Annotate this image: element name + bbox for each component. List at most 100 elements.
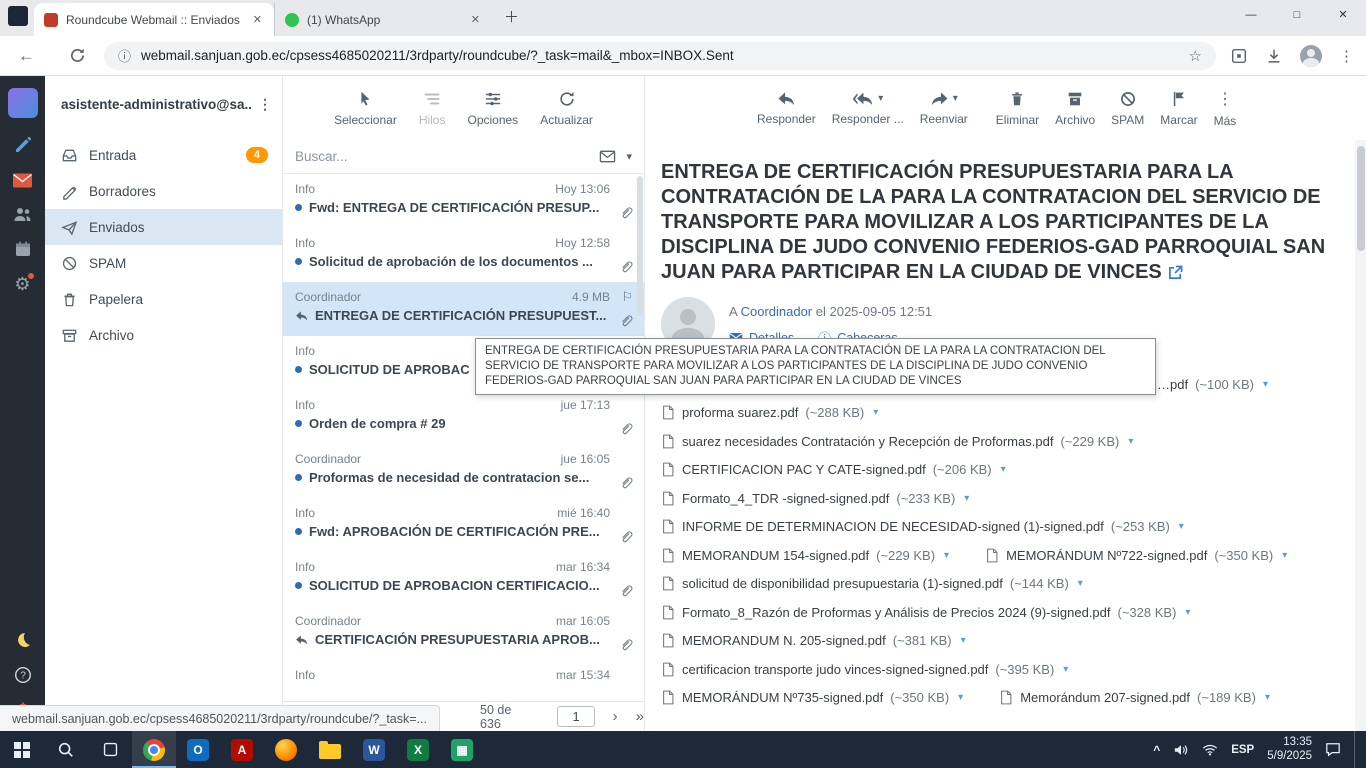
reply-all-button[interactable]: ▾ Responder ... — [832, 91, 904, 126]
message-row[interactable]: InfoHoy 12:58Solicitud de aprobación de … — [283, 228, 644, 282]
taskbar-search-icon[interactable] — [44, 731, 88, 768]
forward-caret-icon[interactable]: ▾ — [953, 93, 958, 104]
search-input[interactable] — [295, 149, 589, 164]
browser-tab-roundcube[interactable]: Roundcube Webmail :: Enviados ✕ — [34, 3, 274, 36]
attachment-item[interactable]: Memorándum 207-signed.pdf(~189 KB)▾ — [999, 690, 1270, 705]
message-row[interactable]: Infomié 16:40Fwd: APROBACIÓN DE CERTIFIC… — [283, 498, 644, 552]
taskbar-explorer-icon[interactable] — [308, 731, 352, 768]
last-page-icon[interactable]: » — [636, 708, 644, 725]
folder-archivo[interactable]: Archivo — [45, 317, 282, 353]
taskbar-chrome-icon[interactable] — [132, 731, 176, 768]
threads-button[interactable]: Hilos — [419, 90, 446, 127]
attachment-menu-caret-icon[interactable]: ▾ — [1265, 692, 1270, 703]
attachment-menu-caret-icon[interactable]: ▾ — [873, 407, 878, 418]
refresh-button[interactable] — [69, 47, 86, 64]
sender-link[interactable]: Coordinador — [741, 304, 813, 319]
next-page-icon[interactable]: › — [613, 708, 618, 725]
close-button[interactable]: ✕ — [1320, 0, 1366, 30]
url-text[interactable]: webmail.sanjuan.gob.ec/cpsess4685020211/… — [141, 48, 1179, 63]
browser-menu-icon[interactable]: ⋮ — [1339, 47, 1354, 65]
attachment-item[interactable]: certificacion transporte judo vinces-sig… — [661, 662, 1068, 677]
new-tab-button[interactable]: ＋ — [504, 6, 519, 27]
message-scrollbar[interactable] — [1355, 140, 1366, 731]
attachment-item[interactable]: suarez necesidades Contratación y Recepc… — [661, 434, 1133, 449]
site-info-icon[interactable]: ⓘ — [118, 46, 131, 65]
folder-papelera[interactable]: Papelera — [45, 281, 282, 317]
tab-close-icon[interactable]: ✕ — [251, 11, 264, 28]
reply-all-caret-icon[interactable]: ▾ — [878, 93, 883, 104]
message-row[interactable]: Infojue 17:13Orden de compra # 29 — [283, 390, 644, 444]
reply-button[interactable]: Responder — [757, 91, 816, 126]
back-button[interactable]: ← — [18, 47, 35, 64]
search-scope-mail-icon[interactable] — [599, 149, 616, 164]
message-row[interactable]: Coordinador4.9 MB⚐ENTREGA DE CERTIFICACI… — [283, 282, 644, 336]
message-row[interactable]: Infomar 16:34SOLICITUD DE APROBACION CER… — [283, 552, 644, 606]
message-row[interactable]: Coordinadorjue 16:05Proformas de necesid… — [283, 444, 644, 498]
forward-button[interactable]: ▾ Reenviar — [920, 91, 968, 126]
options-button[interactable]: Opciones — [467, 90, 518, 127]
webmail-logo[interactable] — [8, 88, 38, 118]
search-options-caret-icon[interactable]: ▾ — [626, 150, 632, 163]
attachment-item[interactable]: solicitud de disponibilidad presupuestar… — [661, 576, 1083, 591]
attachment-item[interactable]: MEMORÁNDUM Nº735-signed.pdf(~350 KB)▾ — [661, 690, 963, 705]
network-icon[interactable] — [1202, 743, 1218, 756]
archive-button[interactable]: Archivo — [1055, 90, 1095, 127]
refresh-list-button[interactable]: Actualizar — [540, 90, 593, 127]
attachment-menu-caret-icon[interactable]: ▾ — [1001, 464, 1006, 475]
folder-spam[interactable]: SPAM — [45, 245, 282, 281]
volume-icon[interactable] — [1173, 743, 1189, 757]
flag-outline-icon[interactable]: ⚐ — [621, 290, 633, 303]
account-menu-icon[interactable]: ⋮ — [258, 96, 272, 113]
scrollbar-thumb[interactable] — [1357, 146, 1365, 251]
attachment-item[interactable]: proforma suarez.pdf(~288 KB)▾ — [661, 405, 878, 420]
minimize-button[interactable]: — — [1228, 0, 1274, 30]
spam-button[interactable]: SPAM — [1111, 90, 1144, 127]
taskbar-excel-icon[interactable]: X — [396, 731, 440, 768]
attachment-menu-caret-icon[interactable]: ▾ — [1128, 436, 1133, 447]
attachment-menu-caret-icon[interactable]: ▾ — [1063, 664, 1068, 675]
maximize-button[interactable]: □ — [1274, 0, 1320, 30]
taskbar-outlook-icon[interactable]: O — [176, 731, 220, 768]
attachment-item[interactable]: MEMORÁNDUM Nº722-signed.pdf(~350 KB)▾ — [985, 548, 1287, 563]
dark-mode-moon-icon[interactable] — [14, 631, 32, 649]
attachment-item[interactable]: CERTIFICACION PAC Y CATE-signed.pdf(~206… — [661, 462, 1006, 477]
action-center-icon[interactable] — [1325, 742, 1341, 757]
attachment-item[interactable]: Formato_4_TDR -signed-signed.pdf(~233 KB… — [661, 491, 969, 506]
browser-tab-whatsapp[interactable]: (1) WhatsApp ✕ — [274, 3, 492, 36]
attachment-menu-caret-icon[interactable]: ▾ — [1282, 550, 1287, 561]
message-row[interactable]: InfoHoy 13:06Fwd: ENTREGA DE CERTIFICACI… — [283, 174, 644, 228]
settings-gear-icon[interactable]: ⚙ — [14, 275, 30, 293]
scrollbar-thumb[interactable] — [637, 176, 643, 316]
compose-icon[interactable] — [13, 135, 33, 155]
taskbar-app-icon[interactable]: ▦ — [440, 731, 484, 768]
attachment-menu-caret-icon[interactable]: ▾ — [944, 550, 949, 561]
attachment-menu-caret-icon[interactable]: ▾ — [964, 493, 969, 504]
taskbar-clock[interactable]: 13:35 5/9/2025 — [1267, 736, 1312, 763]
taskbar-firefox-icon[interactable] — [264, 731, 308, 768]
attachment-menu-caret-icon[interactable]: ▾ — [1179, 521, 1184, 532]
account-header[interactable]: asistente-administrativo@sa... ⋮ — [45, 96, 282, 113]
contacts-icon[interactable] — [13, 206, 32, 223]
more-button[interactable]: ⋮ Más — [1214, 89, 1237, 128]
mail-icon[interactable] — [12, 172, 33, 189]
show-desktop-strip[interactable] — [1354, 731, 1358, 768]
delete-button[interactable]: Eliminar — [996, 90, 1039, 127]
taskbar-word-icon[interactable]: W — [352, 731, 396, 768]
help-icon[interactable]: ? — [14, 666, 32, 684]
taskbar-acrobat-icon[interactable]: A — [220, 731, 264, 768]
url-field[interactable]: ⓘ webmail.sanjuan.gob.ec/cpsess468502021… — [104, 42, 1216, 70]
page-number-box[interactable]: 1 — [557, 706, 594, 727]
message-row[interactable]: Infomar 15:34 — [283, 660, 644, 701]
attachment-menu-caret-icon[interactable]: ▾ — [958, 692, 963, 703]
attachment-menu-caret-icon[interactable]: ▾ — [961, 635, 966, 646]
attachment-item[interactable]: MEMORANDUM 154-signed.pdf(~229 KB)▾ — [661, 548, 949, 563]
calendar-icon[interactable] — [14, 240, 32, 258]
tray-expand-icon[interactable]: ^ — [1153, 743, 1160, 757]
attachment-menu-caret-icon[interactable]: ▾ — [1078, 578, 1083, 589]
download-icon[interactable] — [1265, 47, 1283, 65]
select-button[interactable]: Seleccionar — [334, 90, 397, 127]
flag-button[interactable]: Marcar — [1160, 90, 1197, 127]
attachment-item[interactable]: INFORME DE DETERMINACION DE NECESIDAD-si… — [661, 519, 1184, 534]
folder-entrada[interactable]: Entrada 4 — [45, 137, 282, 173]
attachment-item[interactable]: Formato_8_Razón de Proformas y Análisis … — [661, 605, 1190, 620]
